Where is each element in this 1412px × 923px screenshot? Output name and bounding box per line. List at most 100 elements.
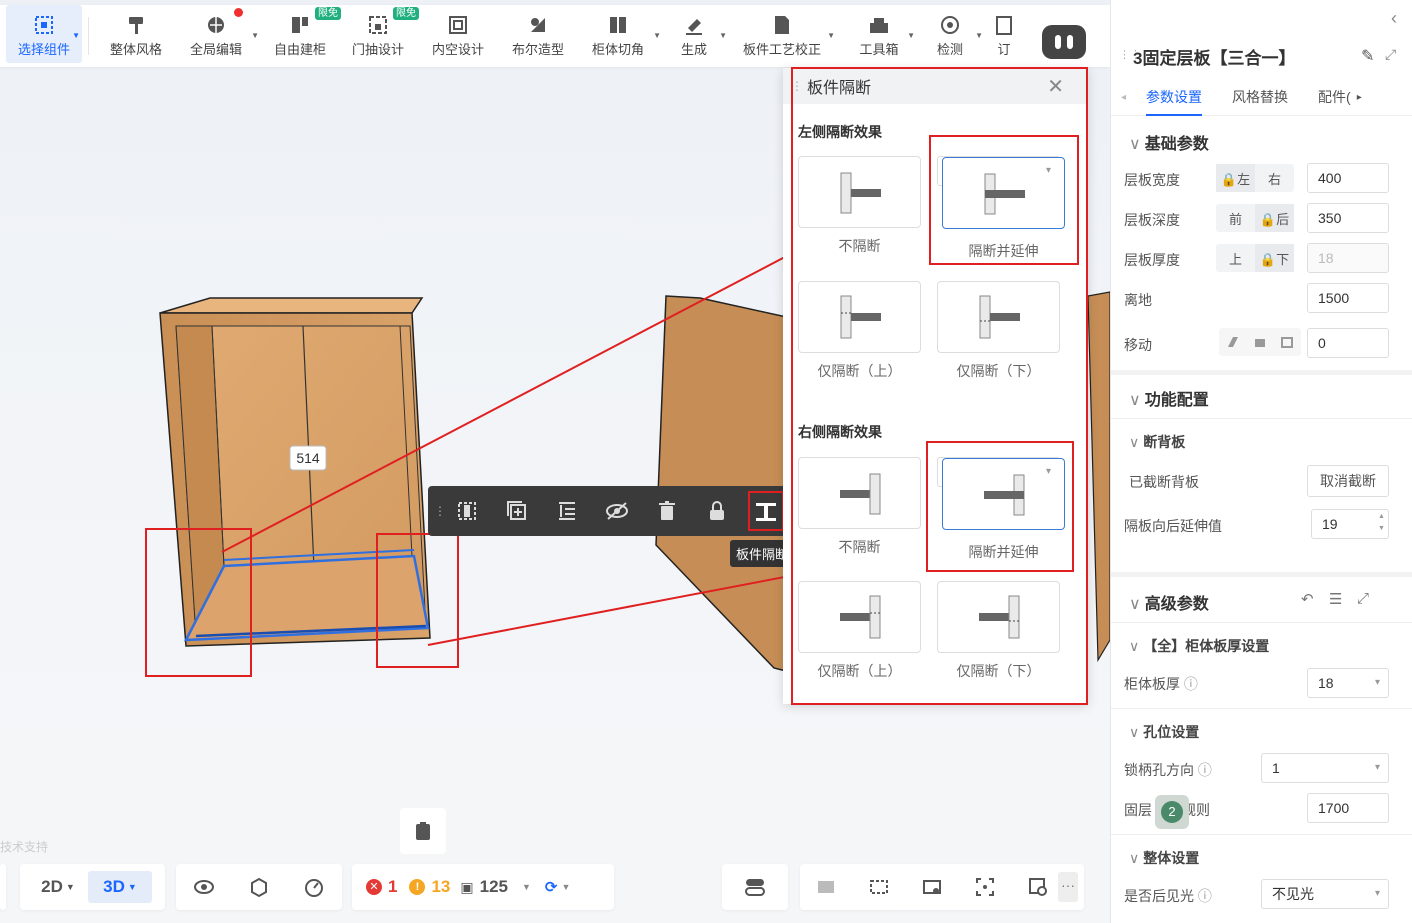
error-count: 1: [388, 877, 398, 896]
lock-hole-direction-select[interactable]: 1: [1261, 753, 1389, 783]
move-x-icon[interactable]: [1219, 328, 1246, 356]
cancel-cut-button[interactable]: 取消截断: [1307, 465, 1389, 497]
sync-icon[interactable]: ⟳: [545, 878, 558, 896]
clipboard-button[interactable]: [400, 808, 446, 854]
tool-overall-style[interactable]: 整体风格: [101, 5, 171, 63]
thickness-settings-heading[interactable]: ∨ 【全】柜体板厚设置: [1129, 636, 1269, 656]
clipboard-icon: [416, 822, 430, 840]
move-direction-toggle[interactable]: [1219, 328, 1301, 356]
left-option-none[interactable]: 不隔断: [798, 156, 921, 256]
right-option-top[interactable]: 仅隔断（上）: [798, 581, 921, 681]
tab-style-replace[interactable]: 风格替换: [1232, 80, 1288, 116]
tool-free-cabinet[interactable]: 限免 自由建柜: [265, 5, 341, 63]
right-option-extend[interactable]: 隔断并延伸: [937, 457, 1065, 560]
arrange-icon: [559, 502, 575, 520]
tab-next-icon[interactable]: ▸: [1357, 92, 1362, 103]
advanced-params-heading[interactable]: ∨ 高级参数: [1129, 590, 1209, 614]
hole-settings-heading[interactable]: ∨ 孔位设置: [1129, 722, 1199, 742]
reset-icon[interactable]: ↶: [1301, 590, 1314, 608]
tab-prev-icon[interactable]: ◂: [1121, 92, 1126, 103]
tool-door-drawer[interactable]: 限免 门抽设计: [343, 5, 419, 63]
left-option-bottom[interactable]: 仅隔断（下）: [937, 281, 1060, 381]
basic-params-heading[interactable]: ∨ 基础参数: [1129, 130, 1209, 154]
cabinet-thickness-select[interactable]: 18: [1307, 668, 1389, 698]
drag-handle-icon[interactable]: ⋮: [434, 504, 446, 518]
tool-detect[interactable]: 检测 ▼: [925, 5, 983, 63]
left-option-extend[interactable]: 隔断并延伸: [937, 156, 1065, 259]
image-icon[interactable]: [815, 871, 837, 903]
chevron-down-icon[interactable]: ▼: [562, 882, 571, 892]
view-3d-button[interactable]: 3D ▼: [88, 871, 152, 903]
bot-eye-icon: [1055, 35, 1061, 49]
ctx-panel-partition-button[interactable]: [748, 491, 784, 531]
context-toolbar: ⋮: [428, 486, 788, 536]
ctx-delete-button[interactable]: [642, 491, 692, 531]
more-icon[interactable]: ···: [1058, 872, 1078, 902]
step-badge: 2: [1155, 795, 1189, 829]
tool-panel-process[interactable]: 板件工艺校正 ▼: [737, 5, 835, 63]
ctx-hide-button[interactable]: [592, 491, 642, 531]
move-y-icon[interactable]: [1246, 328, 1273, 356]
tool-interior-design[interactable]: 内空设计: [423, 5, 493, 63]
detect-icon: [938, 13, 962, 37]
move-input[interactable]: 0: [1307, 328, 1389, 358]
tool-order[interactable]: 订: [989, 5, 1019, 63]
stepper-icon[interactable]: ▲ ▼: [1378, 511, 1385, 535]
thickness-anchor-toggle[interactable]: 上 🔒下: [1216, 244, 1294, 272]
screenshot-icon[interactable]: [868, 871, 890, 903]
status-summary[interactable]: ✕ 1 ! 13 ▣ 125 ▼ ⟳ ▼: [352, 864, 614, 910]
focus-icon[interactable]: [974, 871, 996, 903]
overall-settings-heading[interactable]: ∨ 整体设置: [1129, 848, 1199, 868]
drag-handle-icon[interactable]: ⋮⋮: [791, 79, 815, 93]
left-cabinet[interactable]: 514: [159, 297, 431, 647]
shelf-thickness-input[interactable]: 18: [1307, 243, 1389, 273]
close-icon[interactable]: ✕: [1047, 74, 1064, 99]
ctx-copy-button[interactable]: [492, 491, 542, 531]
expand-icon[interactable]: ⤢: [1357, 590, 1369, 607]
expand-icon[interactable]: ⤢: [1385, 46, 1396, 63]
cube-view-icon[interactable]: [248, 871, 270, 903]
chevron-down-icon[interactable]: ▼: [522, 882, 531, 892]
ground-offset-label: 离地: [1124, 292, 1152, 308]
generate-icon: [682, 13, 706, 37]
gauge-icon[interactable]: [303, 871, 325, 903]
tool-toolbox[interactable]: 工具箱 ▼: [851, 5, 915, 63]
bot-eye-icon: [1067, 35, 1073, 49]
tool-global-edit[interactable]: 全局编辑 ▼: [181, 5, 259, 63]
function-config-heading[interactable]: ∨ 功能配置: [1129, 386, 1209, 410]
shelf-depth-input[interactable]: 350: [1307, 203, 1389, 233]
right-option-none[interactable]: 不隔断: [798, 457, 921, 557]
tool-select-component[interactable]: 选择组件 ▼: [6, 5, 82, 63]
shelf-width-input[interactable]: 400: [1307, 163, 1389, 193]
tool-generate[interactable]: 生成 ▼: [669, 5, 727, 63]
lock-icon: [710, 501, 724, 520]
tool-cabinet-chamfer[interactable]: 柜体切角 ▼: [583, 5, 661, 63]
tab-parameters[interactable]: 参数设置: [1146, 80, 1203, 116]
cut-back-heading[interactable]: ∨ 断背板: [1129, 432, 1185, 452]
move-z-icon[interactable]: [1274, 328, 1301, 356]
width-anchor-toggle[interactable]: 🔒左右: [1216, 164, 1294, 192]
settings-toggle[interactable]: [722, 864, 788, 910]
filter-icon[interactable]: ☰: [1329, 590, 1342, 608]
ground-offset-input[interactable]: 1500: [1307, 283, 1389, 313]
ctx-align-button[interactable]: [442, 491, 492, 531]
zoom-view-icon[interactable]: [1027, 871, 1049, 903]
chevron-left-icon[interactable]: ‹: [1391, 8, 1397, 29]
warning-count: 13: [431, 877, 451, 896]
tool-boolean-shape[interactable]: 布尔造型: [503, 5, 573, 63]
back-visible-select[interactable]: 不见光: [1261, 879, 1389, 909]
fixed-shelf-rule-input[interactable]: 1700: [1307, 793, 1389, 823]
paint-roller-icon: [124, 13, 148, 37]
left-option-top[interactable]: 仅隔断（上）: [798, 281, 921, 381]
tab-accessories[interactable]: 配件(: [1318, 80, 1351, 116]
view-2d-button[interactable]: 2D ▼: [28, 871, 88, 903]
render-settings-icon[interactable]: [921, 871, 943, 903]
right-option-bottom[interactable]: 仅隔断（下）: [937, 581, 1060, 681]
depth-anchor-toggle[interactable]: 前 🔒后: [1216, 204, 1294, 232]
ctx-lock-button[interactable]: [692, 491, 742, 531]
assistant-bot-button[interactable]: [1042, 25, 1086, 59]
eye-icon[interactable]: [193, 871, 215, 903]
ctx-arrange-button[interactable]: [542, 491, 592, 531]
edit-icon[interactable]: ✎: [1361, 46, 1374, 66]
partition-top-icon: [840, 295, 881, 339]
